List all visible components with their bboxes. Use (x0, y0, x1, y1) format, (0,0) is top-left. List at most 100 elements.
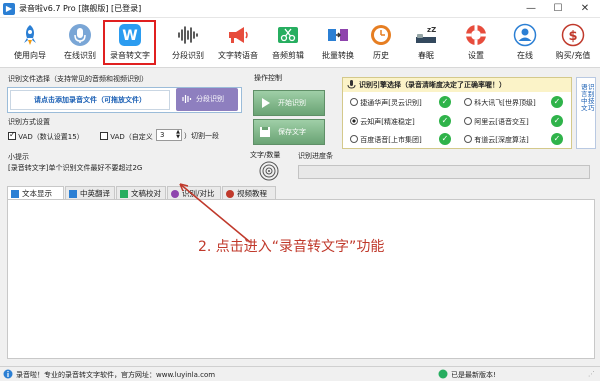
start-recognition-label: 开始识别 (278, 99, 306, 107)
toolbar-audio-edit-button[interactable]: 音频剪辑 (263, 20, 313, 66)
spinner-value: 3 (160, 131, 165, 139)
vad-default-label: VAD（数认设置15） (18, 133, 84, 141)
tab-label: 文本显示 (22, 189, 52, 198)
rocket-icon (24, 25, 36, 45)
recognition-progress-bar (298, 165, 590, 179)
tab-label: 中英翻译 (80, 189, 110, 198)
vad-custom-checkbox[interactable] (100, 132, 108, 140)
progress-label: 识别进度条 (298, 152, 333, 160)
tip-title: 小提示 (8, 153, 29, 161)
green-check-icon: ✓ (439, 133, 451, 145)
sleep-icon: zZ (416, 26, 436, 43)
tab-text-display[interactable]: 文本显示 (7, 186, 64, 200)
engine-option-jietong[interactable]: 捷通华声[灵云识别] (350, 97, 422, 108)
toolbar-sleep-button[interactable]: zZ 春眠 (401, 20, 451, 66)
engine-option-baidu[interactable]: 百度语音[上市集团] (350, 134, 422, 145)
svg-text:$: $ (568, 29, 577, 44)
megaphone-icon (229, 27, 248, 43)
microphone-icon (347, 80, 356, 89)
text-count-label: 文字/数量 (250, 151, 281, 159)
engine-radio-selected[interactable] (350, 117, 358, 125)
vad-default-option[interactable]: ✓ VAD（数认设置15） (8, 130, 84, 142)
vad-custom-label: VAD（自定义 (110, 133, 153, 141)
vad-custom-option[interactable]: VAD（自定义 (100, 131, 153, 142)
person-icon (513, 23, 537, 47)
recognition-tips-link[interactable]: 识别技巧 (588, 84, 595, 112)
engine-radio[interactable] (464, 135, 472, 143)
app-logo-icon: ▶ (3, 3, 15, 15)
svg-text:zZ: zZ (427, 26, 436, 34)
engine-option-yunzhisheng[interactable]: 云知声[精准稳定] (350, 116, 415, 127)
tip-text: [录音转文字]单个识别文件最好不要超过2G (8, 164, 143, 172)
toolbar-label: 购买/充值 (555, 51, 591, 60)
green-check-icon: ✓ (551, 115, 563, 127)
proofread-icon (120, 190, 128, 198)
spinner-arrows-icon[interactable]: ▲ ▼ (176, 130, 180, 140)
green-check-icon: ✓ (551, 133, 563, 145)
start-recognition-button[interactable]: 开始识别 (253, 90, 325, 116)
status-right-text: 已是最新版本! (451, 371, 496, 379)
language-label[interactable]: 语言：中文 (581, 84, 594, 112)
segment-count-spinner[interactable]: 3 ▲ ▼ (156, 129, 182, 141)
engine-option-xunfei[interactable]: 科大讯飞[世界顶级] (464, 97, 536, 108)
text-icon (11, 190, 19, 198)
dollar-icon: $ (561, 23, 585, 47)
minimize-button[interactable]: — (518, 0, 544, 18)
title-bar: ▶ 录音啦v6.7 Pro [旗舰版] [已登录] — ☐ ✕ (0, 0, 600, 18)
recognition-method-title: 识别方式设置 (8, 118, 50, 126)
green-check-icon: ✓ (439, 115, 451, 127)
scissors-icon (278, 27, 298, 43)
segment-recognition-button[interactable]: 分段识别 (176, 88, 238, 111)
vad-default-checkbox[interactable]: ✓ (8, 130, 16, 140)
info-icon (3, 369, 13, 379)
engine-radio[interactable] (464, 98, 472, 106)
close-button[interactable]: ✕ (572, 0, 598, 18)
engine-title: 识别引擎选择（录音清晰度决定了正确率喔！） (359, 81, 506, 89)
green-check-icon: ✓ (551, 96, 563, 108)
engine-option-label: 有道云[深度算法] (474, 136, 529, 144)
update-icon (438, 369, 448, 379)
engine-option-aliyun[interactable]: 阿里云[语音交互] (464, 116, 529, 127)
convert-icon (328, 29, 348, 41)
waveform-icon (178, 26, 198, 44)
translate-icon (69, 190, 77, 198)
engine-header: 识别引擎选择（录音清晰度决定了正确率喔！） (343, 78, 571, 92)
tab-translation[interactable]: 中英翻译 (65, 186, 115, 200)
maximize-button[interactable]: ☐ (545, 0, 571, 18)
save-text-label: 保存文字 (278, 128, 306, 136)
engine-option-label: 科大讯飞[世界顶级] (474, 99, 536, 107)
play-icon (262, 98, 270, 108)
toolbar-purchase-button[interactable]: $ 购买/充值 (548, 20, 598, 66)
engine-option-youdao[interactable]: 有道云[深度算法] (464, 134, 529, 145)
engine-option-label: 云知声[精准稳定] (360, 118, 415, 126)
save-icon (260, 127, 270, 137)
vad-custom-suffix: ）切割一段 (184, 132, 219, 140)
toolbar-wizard-button[interactable]: 使用向导 (5, 20, 55, 66)
toolbar-online-recognition-button[interactable]: 在线识别 (55, 20, 105, 66)
window-title: 录音啦v6.7 Pro [旗舰版] [已登录] (19, 4, 142, 13)
toolbar-segment-recognition-button[interactable]: 分段识别 (163, 20, 213, 66)
engine-radio[interactable] (464, 117, 472, 125)
target-icon (259, 161, 279, 181)
add-audio-file-button[interactable]: 请点击添加录音文件（可拖放文件） (10, 90, 170, 110)
green-check-icon: ✓ (439, 96, 451, 108)
engine-radio[interactable] (350, 98, 358, 106)
waveform-icon (182, 95, 192, 103)
engine-radio[interactable] (350, 135, 358, 143)
selected-highlight-box (103, 20, 156, 65)
engine-option-label: 百度语音[上市集团] (360, 136, 422, 144)
resize-grip-icon[interactable]: ⋰ (588, 370, 595, 378)
operation-title: 操作控制 (254, 74, 282, 82)
main-toolbar: 使用向导 在线识别 W 录音转文字 分段识别 文字转语音 音频剪辑 批量转换 历… (0, 18, 600, 68)
text-output-area[interactable] (7, 199, 595, 359)
status-left-text: 录音啦！专业的录音转文字软件，官方网址：www.luyinla.com (16, 371, 216, 379)
save-text-button[interactable]: 保存文字 (253, 119, 325, 145)
engine-side-panel: 语言：中文 识别技巧 (576, 77, 596, 149)
microphone-icon (69, 24, 91, 46)
engine-option-label: 阿里云[语音交互] (474, 118, 529, 126)
status-bar: 录音啦！专业的录音转文字软件，官方网址：www.luyinla.com 已是最新… (0, 366, 600, 381)
segment-recognition-label: 分段识别 (196, 95, 224, 103)
lifebuoy-icon (466, 25, 486, 45)
toolbar-text-to-speech-button[interactable]: 文字转语音 (213, 20, 263, 66)
clock-icon (371, 25, 391, 45)
